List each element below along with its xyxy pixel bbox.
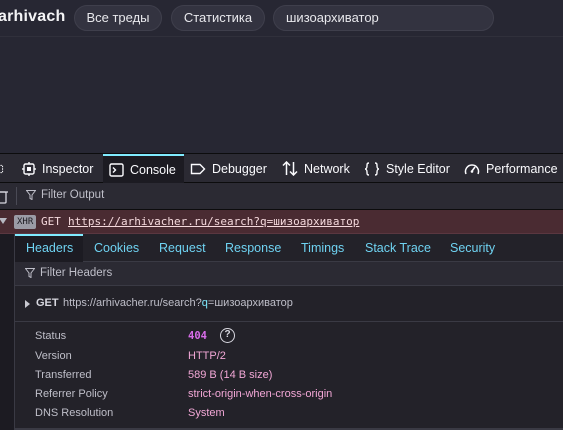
braces-icon [364, 161, 380, 176]
referrer-policy-value: strict-origin-when-cross-origin [188, 388, 333, 400]
pick-element-icon[interactable] [0, 154, 10, 183]
tab-network[interactable]: Network [282, 154, 354, 183]
question-help-icon[interactable]: ? [220, 328, 235, 343]
request-url: https://arhivacher.ru/search?q=шизоархив… [63, 297, 293, 309]
tab-console-label: Console [130, 162, 176, 177]
detail-row-dns: DNS Resolution System [15, 405, 563, 424]
tab-timings[interactable]: Timings [301, 234, 344, 262]
network-arrows-icon [282, 161, 298, 176]
tab-debugger[interactable]: Debugger [190, 154, 274, 183]
tab-debugger-label: Debugger [212, 161, 267, 176]
filter-headers-placeholder: Filter Headers [40, 267, 113, 279]
status-label: Status [35, 330, 67, 342]
tab-performance-label: Performance [486, 161, 558, 176]
tab-inspector-label: Inspector [42, 161, 94, 176]
detail-row-transferred: Transferred 589 B (14 B size) [15, 367, 563, 386]
request-summary[interactable]: GET https://arhivacher.ru/search?q=шизоа… [14, 286, 563, 322]
transferred-value: 589 B (14 B size) [188, 369, 273, 381]
debugger-icon [190, 163, 206, 174]
statistics-button[interactable]: Статистика [171, 5, 265, 31]
console-icon [109, 162, 124, 177]
dns-resolution-label: DNS Resolution [35, 407, 114, 419]
request-details: Status 404 ? Version HTTP/2 Transferred … [14, 322, 563, 430]
tab-stack-trace[interactable]: Stack Trace [365, 234, 431, 262]
request-url-base: https://arhivacher.ru/search? [63, 297, 202, 309]
trash-icon[interactable] [0, 189, 8, 204]
tab-style-editor-label: Style Editor [386, 161, 450, 176]
detail-row-referrer-policy: Referrer Policy strict-origin-when-cross… [15, 386, 563, 405]
tab-headers[interactable]: Headers [15, 234, 83, 262]
xhr-url-link[interactable]: https://arhivacher.ru/search?q=шизоархив… [68, 215, 359, 228]
console-xhr-entry[interactable]: XHR GET https://arhivacher.ru/search?q=ш… [0, 210, 563, 234]
tab-request[interactable]: Request [159, 234, 206, 262]
filter-output-input[interactable]: Filter Output [26, 189, 104, 201]
request-url-query-rest: =шизоархиватор [207, 297, 293, 309]
filter-output-placeholder: Filter Output [41, 189, 105, 201]
request-method: GET [36, 297, 59, 309]
site-search-input[interactable]: шизоархиватор [273, 5, 494, 31]
filter-headers-input[interactable]: Filter Headers [25, 267, 112, 279]
tab-style-editor[interactable]: Style Editor [364, 154, 456, 183]
expand-chevron-down-icon[interactable] [0, 218, 7, 224]
detail-row-version: Version HTTP/2 [15, 348, 563, 367]
request-detail-tabs: Headers Cookies Request Response Timings… [14, 234, 563, 262]
dns-resolution-value: System [188, 407, 225, 419]
referrer-policy-label: Referrer Policy [35, 388, 108, 400]
tab-security[interactable]: Security [450, 234, 495, 262]
devtools-toolbar: Inspector Console Debugger Network Style… [0, 153, 563, 183]
all-threads-button[interactable]: Все треды [74, 5, 162, 31]
tab-console[interactable]: Console [103, 154, 184, 183]
tab-network-label: Network [304, 161, 350, 176]
xhr-method: GET [41, 215, 61, 228]
site-header: arhivach Все треды Статистика шизоархива… [0, 0, 563, 36]
transferred-label: Transferred [35, 369, 92, 381]
detail-row-status: Status 404 ? [15, 328, 563, 347]
inspector-icon [22, 161, 36, 176]
xhr-badge: XHR [14, 215, 37, 229]
status-code: 404 [188, 330, 207, 342]
filter-funnel-icon [26, 190, 36, 200]
filter-funnel-icon [25, 268, 35, 278]
tab-inspector[interactable]: Inspector [22, 154, 102, 183]
filter-headers-bar: Filter Headers [14, 262, 563, 286]
gauge-icon [464, 163, 480, 174]
tab-cookies[interactable]: Cookies [94, 234, 139, 262]
divider [16, 187, 17, 205]
site-logo[interactable]: arhivach [0, 8, 65, 26]
tab-response[interactable]: Response [225, 234, 281, 262]
console-filter-bar: Filter Output [0, 183, 563, 210]
page-content-area [0, 36, 563, 153]
version-label: Version [35, 350, 72, 362]
version-value: HTTP/2 [188, 350, 226, 362]
chevron-right-icon[interactable] [25, 300, 30, 308]
tab-performance[interactable]: Performance [464, 154, 563, 183]
